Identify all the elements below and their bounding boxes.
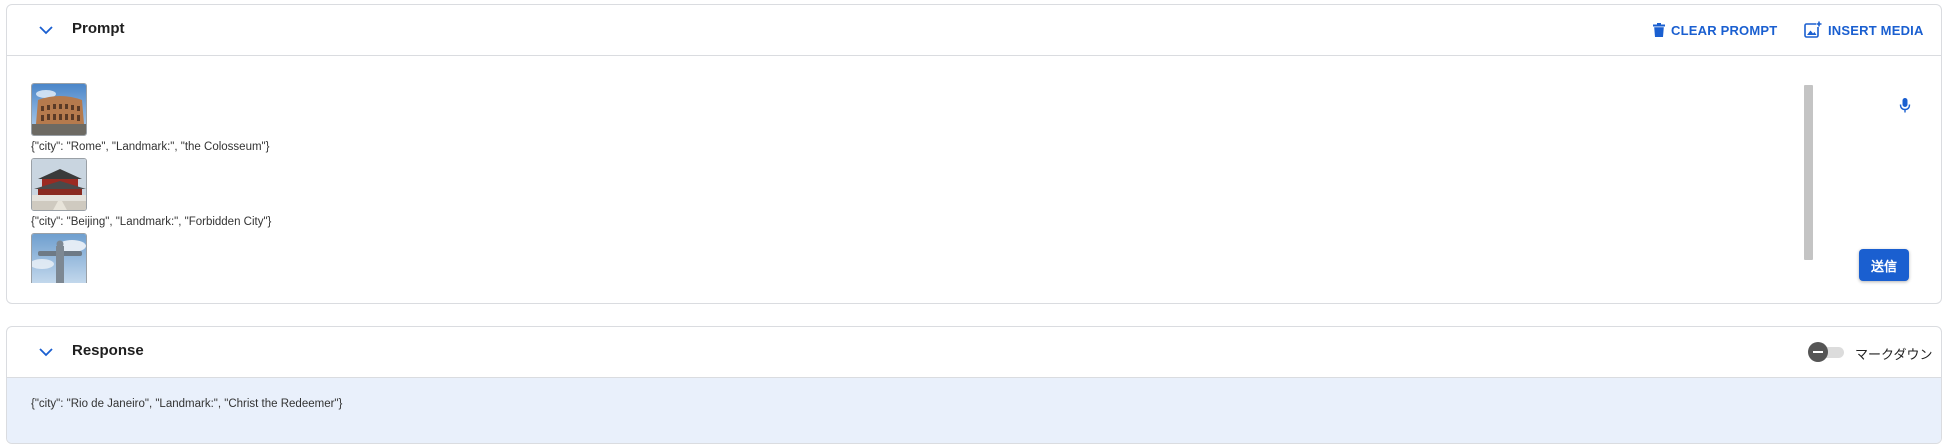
microphone-icon[interactable] (1897, 95, 1913, 115)
response-title: Response (72, 342, 144, 359)
response-body: {"city": "Rio de Janeiro", "Landmark:", … (7, 378, 1941, 443)
christ-the-redeemer-image (31, 233, 87, 283)
clear-prompt-button[interactable]: CLEAR PROMPT (1653, 19, 1777, 41)
markdown-toggle[interactable] (1808, 342, 1846, 362)
prompt-header: Prompt CLEAR PROMPT INSERT MEDIA (7, 5, 1941, 56)
prompt-entry-text: {"city": "Beijing", "Landmark:", "Forbid… (31, 216, 272, 228)
response-text: {"city": "Rio de Janeiro", "Landmark:", … (31, 398, 343, 410)
colosseum-image (31, 83, 87, 136)
prompt-entry: {"city": "Rome", "Landmark:", "the Colos… (31, 83, 1811, 158)
toggle-knob (1808, 342, 1828, 362)
trash-icon (1653, 23, 1665, 37)
markdown-label: マークダウン (1855, 348, 1933, 363)
prompt-input-area[interactable]: {"city": "Rome", "Landmark:", "the Colos… (31, 83, 1811, 283)
prompt-entry-text: {"city": "Rome", "Landmark:", "the Colos… (31, 141, 270, 153)
prompt-entry: {"city": "Beijing", "Landmark:", "Forbid… (31, 158, 1811, 233)
forbidden-city-image (31, 158, 87, 211)
prompt-title: Prompt (72, 20, 125, 37)
prompt-entry (31, 233, 1811, 283)
response-panel: Response マークダウン {"city": "Rio de Janeiro… (6, 326, 1942, 444)
insert-media-button[interactable]: INSERT MEDIA (1804, 19, 1924, 41)
send-button[interactable]: 送信 (1859, 249, 1909, 281)
prompt-panel: Prompt CLEAR PROMPT INSERT MEDIA {"city"… (6, 4, 1942, 304)
chevron-down-icon[interactable] (37, 21, 55, 39)
scrollbar[interactable] (1804, 85, 1813, 260)
insert-media-label: INSERT MEDIA (1828, 22, 1924, 38)
prompt-body: {"city": "Rome", "Landmark:", "the Colos… (7, 56, 1941, 303)
response-header: Response マークダウン (7, 327, 1941, 378)
clear-prompt-label: CLEAR PROMPT (1671, 22, 1778, 38)
chevron-down-icon[interactable] (37, 343, 55, 361)
image-add-icon (1804, 21, 1822, 38)
